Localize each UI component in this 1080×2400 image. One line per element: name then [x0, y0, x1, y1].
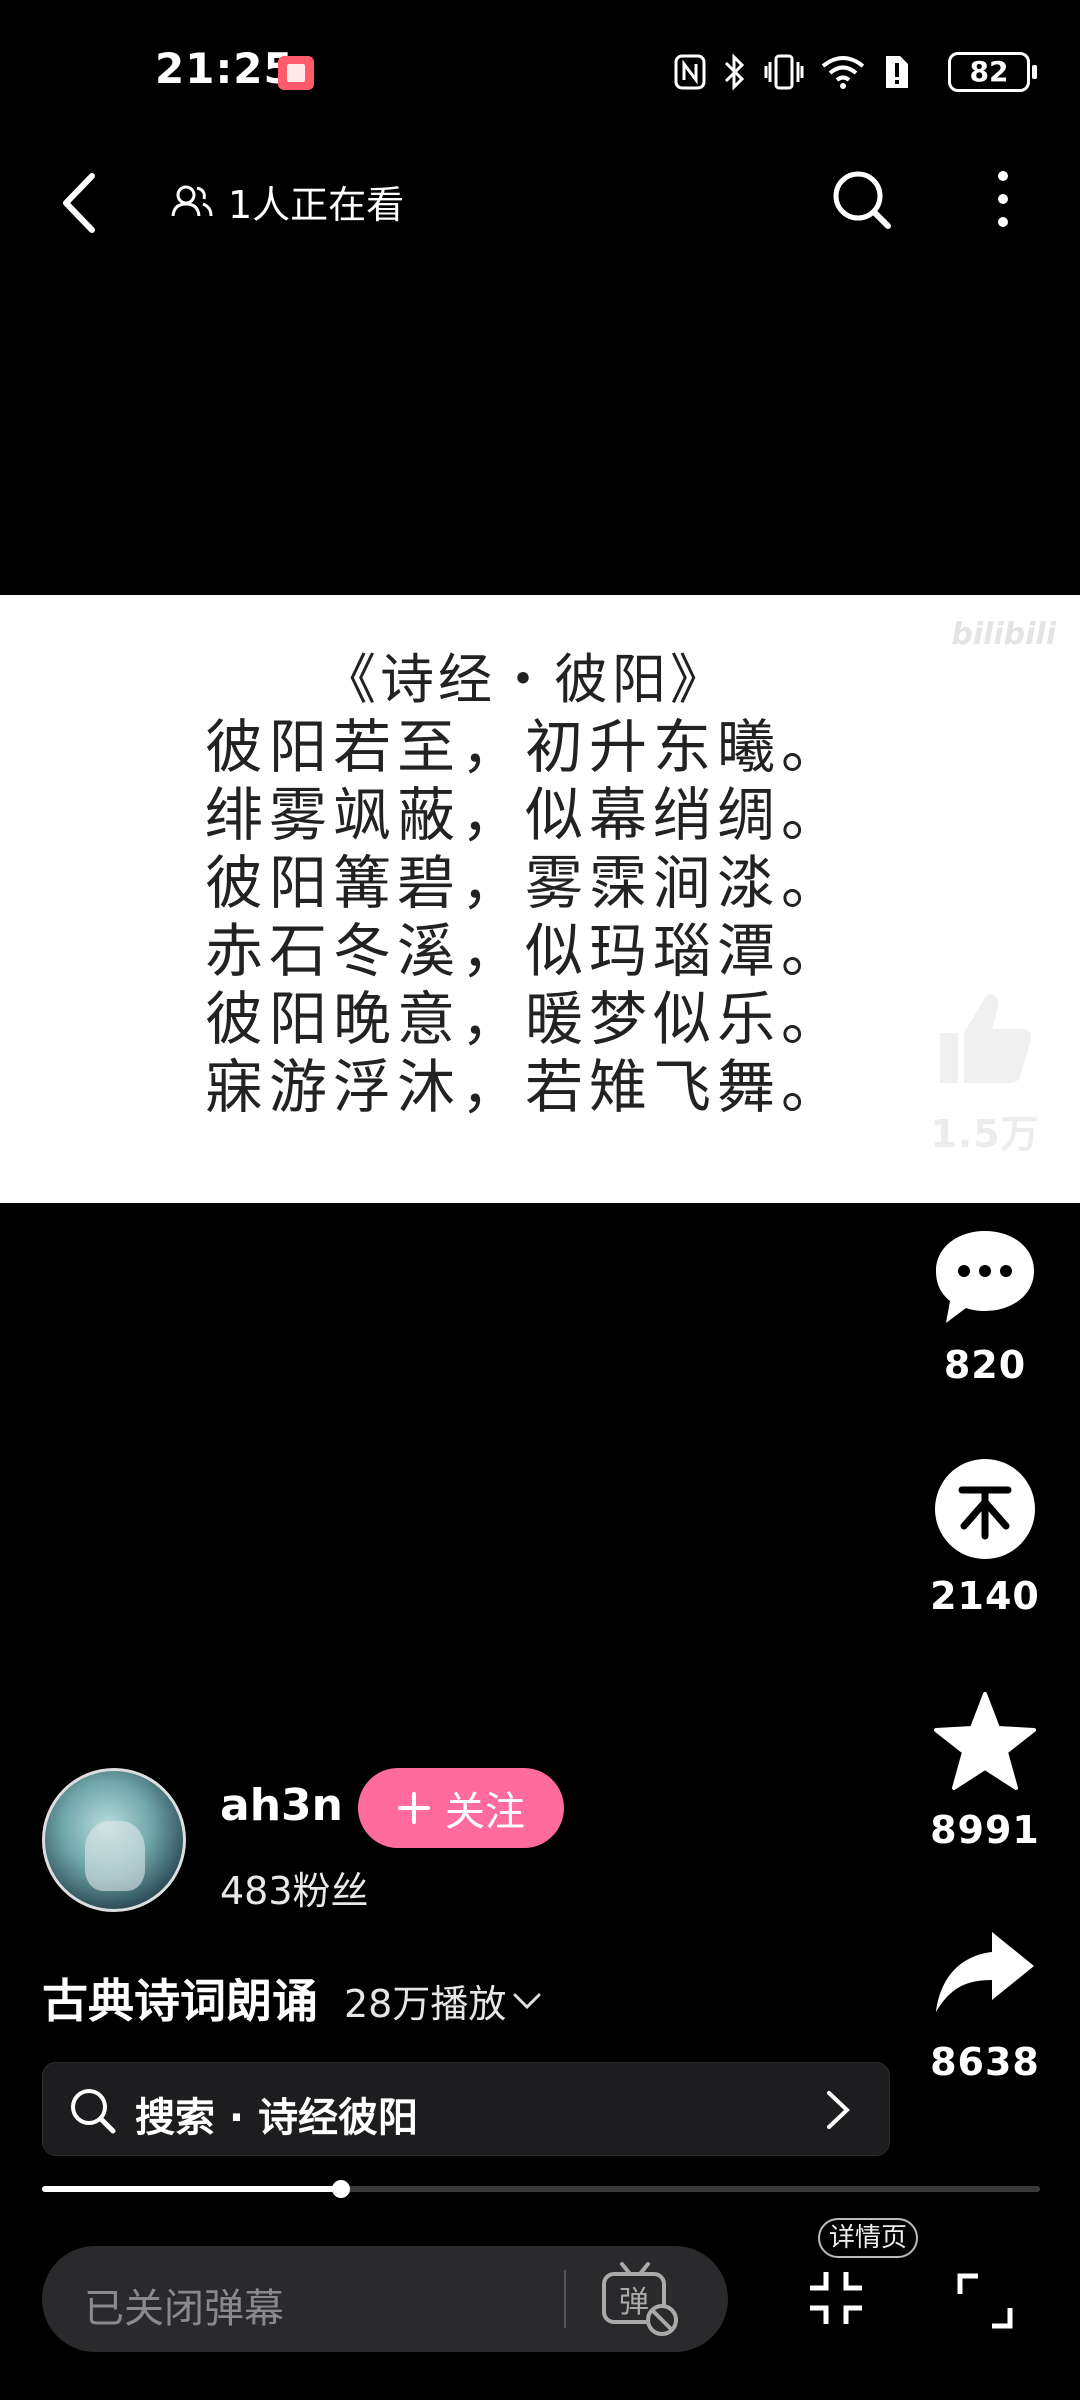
poem-line: 彼阳晚意，暖梦似乐。 [204, 985, 845, 1053]
fans-count: 483粉丝 [220, 1869, 369, 1913]
progress-fill [42, 2186, 342, 2192]
coin-button[interactable]: 2140 [920, 1456, 1050, 1618]
star-icon [934, 1692, 1036, 1790]
search-text: 搜索 · 诗经彼阳 [135, 2095, 419, 2141]
video-player[interactable]: bilibili 《诗经・彼阳》 彼阳若至，初升东曦。 绯雾飒蔽，似幕绡绸。 彼… [0, 595, 1080, 1203]
follow-button[interactable]: 关注 [358, 1768, 564, 1848]
progress-handle[interactable] [332, 2180, 351, 2198]
svg-text:弹: 弹 [619, 2285, 649, 2320]
status-time: 21:25 [155, 44, 294, 93]
collection-title: 古典诗词朗诵 [42, 1974, 318, 2028]
poem-line: 彼阳若至，初升东曦。 [204, 713, 845, 781]
share-count: 8638 [930, 2040, 1040, 2084]
poem-line: 赤石冬溪，似玛瑙潭。 [204, 917, 845, 985]
play-count-text: 28万播放 [344, 1982, 507, 2026]
fullscreen-icon[interactable] [956, 2272, 1014, 2330]
poem-line: 彼阳篝碧，雾霂涧渁。 [204, 849, 845, 917]
like-count: 1.5万 [930, 1112, 1040, 1156]
poem-line: 寐游浮沐，若雉飞舞。 [204, 1053, 845, 1121]
comment-icon [936, 1231, 1034, 1323]
favorite-count: 8991 [930, 1808, 1040, 1852]
status-bar: 21:25 82 [0, 0, 1080, 150]
share-icon [936, 1932, 1034, 2012]
danmaku-toggle-icon[interactable]: 弹 [600, 2260, 684, 2340]
poem-title: 《诗经・彼阳》 [322, 648, 728, 711]
detail-page-label[interactable]: 详情页 [818, 2218, 918, 2258]
danmaku-placeholder: 已关闭弹幕 [84, 2286, 284, 2332]
watching-count: 1人正在看 [170, 174, 404, 229]
chevron-down-icon [513, 1993, 541, 2009]
comment-count: 820 [943, 1343, 1027, 1387]
like-button[interactable]: 1.5万 [920, 985, 1050, 1158]
nfc-icon [674, 54, 706, 90]
alert-sim-icon [886, 56, 908, 88]
danmaku-input[interactable]: 已关闭弹幕 弹 [42, 2246, 728, 2352]
favorite-button[interactable]: 8991 [920, 1690, 1050, 1852]
top-bar: 1人正在看 [0, 150, 1080, 260]
collapse-icon[interactable] [806, 2268, 866, 2328]
wifi-icon [821, 56, 865, 89]
play-count: 28万播放 [344, 1973, 542, 2028]
battery-indicator: 82 [948, 52, 1037, 92]
poem-text: 《诗经・彼阳》 彼阳若至，初升东曦。 绯雾飒蔽，似幕绡绸。 彼阳篝碧，雾霂涧渁。… [0, 647, 1050, 1121]
poem-line: 绯雾飒蔽，似幕绡绸。 [204, 781, 845, 849]
collection-info[interactable]: 古典诗词朗诵 28万播放 [42, 1965, 542, 2031]
thumbs-up-icon [940, 994, 1032, 1083]
search-icon[interactable] [826, 164, 896, 234]
vibrate-icon [764, 54, 804, 90]
search-icon [71, 2089, 116, 2134]
plus-icon [398, 1792, 430, 1824]
related-search-bar[interactable]: 搜索 · 诗经彼阳 [42, 2062, 890, 2156]
status-icons [674, 50, 910, 94]
more-options-icon[interactable] [978, 164, 1028, 234]
notification-app-icon [278, 56, 314, 90]
coin-count: 2140 [930, 1574, 1040, 1618]
avatar[interactable] [42, 1768, 186, 1912]
share-button[interactable]: 8638 [920, 1922, 1050, 2084]
chevron-right-icon [827, 2091, 850, 2129]
video-progress-bar[interactable] [42, 2180, 1040, 2198]
viewers-icon [171, 185, 213, 216]
divider [564, 2270, 566, 2328]
follow-label: 关注 [445, 1789, 525, 1835]
comment-button[interactable]: 820 [920, 1225, 1050, 1387]
bluetooth-icon [724, 53, 745, 91]
watching-text: 1人正在看 [228, 183, 405, 227]
coin-icon [935, 1459, 1035, 1559]
back-icon[interactable] [52, 168, 112, 238]
author-name[interactable]: ah3n [220, 1780, 343, 1831]
